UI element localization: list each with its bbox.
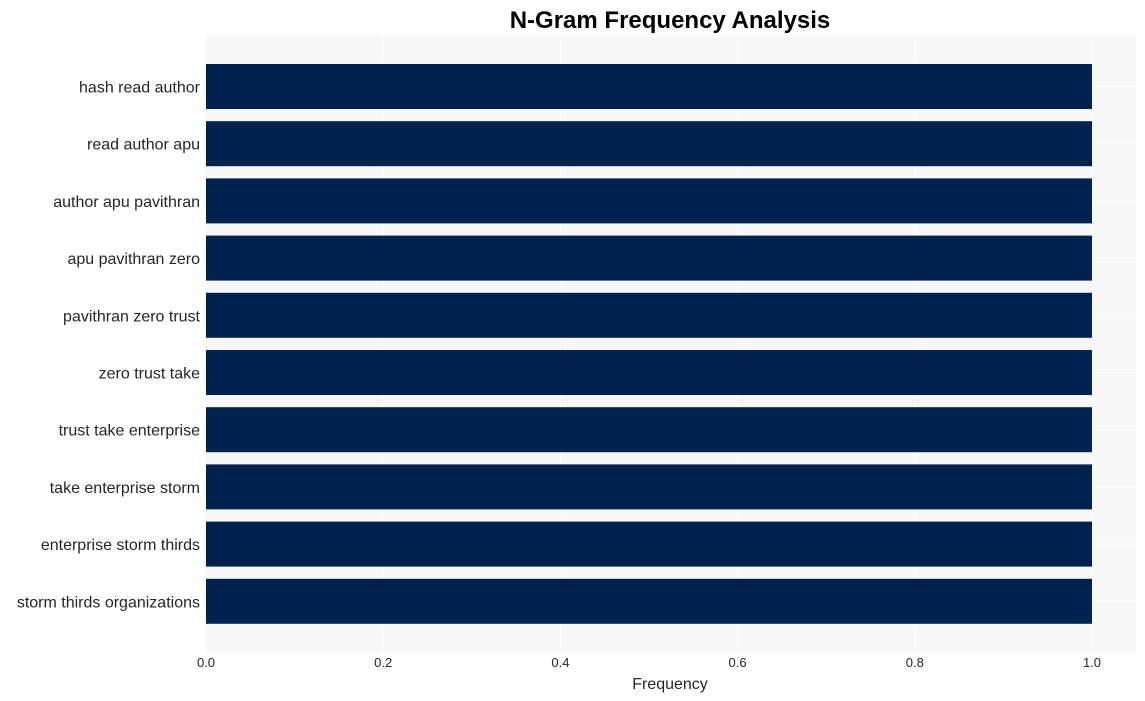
- y-tick-label: author apu pavithran: [53, 194, 200, 211]
- y-tick-label: storm thirds organizations: [17, 594, 200, 611]
- bar: [206, 521, 1092, 567]
- bar: [206, 350, 1092, 395]
- x-tick-label: 0.8: [906, 655, 924, 670]
- x-tick-labels: 0.0 0.2 0.4 0.6 0.8 1.0: [197, 655, 1101, 670]
- x-tick-label: 0.0: [197, 655, 215, 670]
- x-tick-label: 0.6: [729, 655, 747, 670]
- y-tick-label: apu pavithran zero: [67, 251, 200, 268]
- bar: [206, 464, 1092, 510]
- y-tick-label: hash read author: [79, 80, 201, 97]
- y-tick-label: zero trust take: [99, 366, 200, 383]
- ngram-bar-chart: hash read author read author apu author ap…: [17, 7, 1136, 693]
- bar: [206, 121, 1092, 167]
- bar: [206, 178, 1092, 224]
- bar: [206, 64, 1092, 109]
- y-tick-label: take enterprise storm: [50, 480, 200, 497]
- bar: [206, 578, 1092, 624]
- chart-title: N-Gram Frequency Analysis: [510, 7, 831, 34]
- y-tick-label: pavithran zero trust: [63, 308, 201, 325]
- bar: [206, 407, 1092, 453]
- x-tick-label: 0.4: [551, 655, 569, 670]
- bar: [206, 235, 1092, 281]
- y-tick-label: enterprise storm thirds: [41, 537, 200, 554]
- y-tick-labels: hash read author read author apu author ap…: [17, 80, 201, 612]
- x-axis-label: Frequency: [632, 676, 708, 693]
- x-tick-label: 0.2: [374, 655, 392, 670]
- x-tick-label: 1.0: [1083, 655, 1101, 670]
- y-tick-label: trust take enterprise: [59, 423, 201, 440]
- bar: [206, 292, 1092, 338]
- y-tick-label: read author apu: [87, 137, 200, 154]
